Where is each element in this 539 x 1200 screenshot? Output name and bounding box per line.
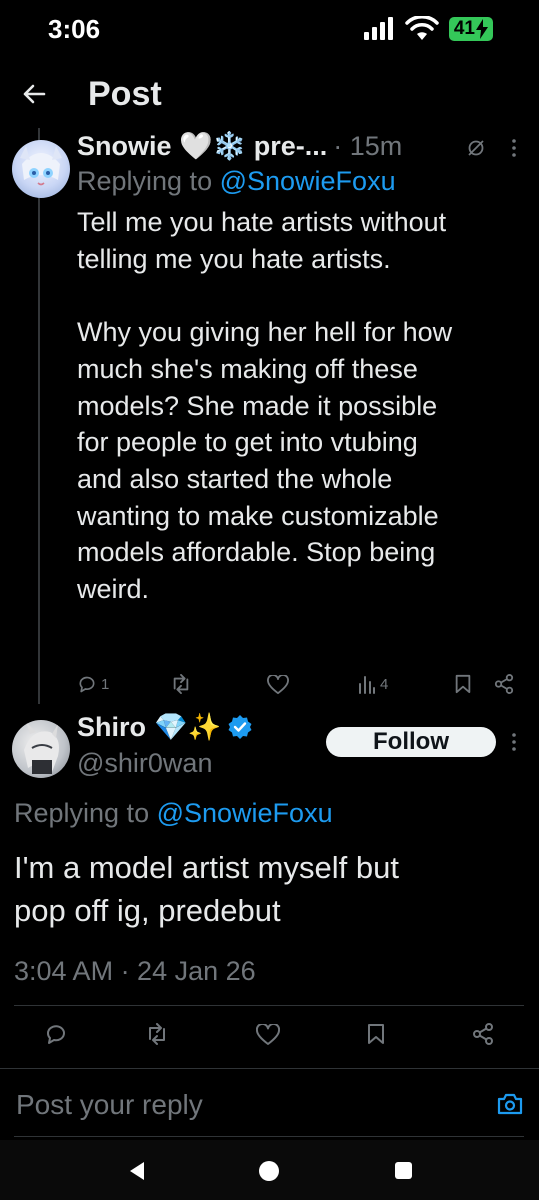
arrow-left-icon — [23, 84, 46, 104]
main-like-button[interactable] — [256, 1024, 280, 1046]
main-author-name[interactable]: Shiro — [77, 712, 146, 743]
main-bookmark-button[interactable] — [366, 1023, 386, 1045]
main-more-button[interactable] — [510, 732, 518, 752]
back-button[interactable] — [20, 80, 48, 108]
replying-handle-link[interactable]: @SnowieFoxu — [157, 798, 333, 828]
main-tweet-text: I'm a model artist myself but pop off ig… — [14, 850, 399, 928]
main-author-handle[interactable]: @shir0wan — [77, 748, 212, 779]
repost-icon — [173, 674, 189, 694]
follow-button[interactable]: Follow — [326, 727, 496, 757]
nav-home-button[interactable] — [258, 1160, 280, 1182]
status-time: 3:06 — [48, 14, 101, 44]
battery-indicator: 41 — [448, 17, 493, 41]
more-vertical-icon — [512, 139, 516, 157]
camera-icon — [497, 1093, 523, 1115]
wifi-icon — [405, 16, 439, 40]
thread-connector-line — [38, 128, 40, 704]
slash-circle-icon — [468, 140, 484, 156]
main-share-button[interactable] — [472, 1023, 494, 1045]
parent-tweet-time: · 15m — [333, 130, 403, 161]
repost-icon — [149, 1023, 165, 1045]
parent-repost-button[interactable] — [170, 674, 192, 694]
main-replying-to: Replying to @SnowieFoxu — [14, 798, 333, 829]
reply-input[interactable]: Post your reply — [16, 1089, 203, 1121]
reply-input-underline — [14, 1136, 524, 1137]
parent-tweet-header: Snowie 🤍❄️ pre-... · 15m — [77, 130, 402, 162]
parent-views-count: 4 — [380, 675, 389, 693]
square-recents-icon — [395, 1162, 412, 1179]
share-icon — [494, 674, 514, 694]
bookmark-icon — [368, 1024, 384, 1044]
share-icon — [473, 1023, 493, 1045]
heart-icon — [267, 675, 289, 695]
circle-home-icon — [259, 1161, 279, 1181]
views-chart-icon — [359, 676, 375, 694]
parent-reply-button[interactable]: 1 — [77, 674, 109, 694]
parent-more-button[interactable] — [510, 138, 518, 158]
parent-author-name[interactable]: Snowie 🤍❄️ pre-... — [77, 130, 327, 162]
replying-prefix: Replying to — [77, 166, 220, 196]
nav-back-button[interactable] — [126, 1160, 148, 1182]
divider — [14, 1005, 524, 1006]
replying-prefix: Replying to — [14, 798, 157, 828]
heart-icon — [256, 1024, 280, 1045]
main-reply-button[interactable] — [44, 1022, 68, 1046]
parent-bookmark-button[interactable] — [454, 674, 472, 694]
verified-badge-icon — [228, 715, 252, 739]
avatar-illustration — [20, 146, 62, 186]
parent-share-button[interactable] — [494, 674, 514, 694]
parent-tweet-text: Tell me you hate artists without telling… — [77, 207, 453, 605]
parent-replying-to: Replying to @SnowieFoxu — [77, 166, 396, 197]
avatar-shiro[interactable] — [12, 720, 70, 778]
main-repost-button[interactable] — [145, 1023, 169, 1045]
divider — [0, 1068, 539, 1069]
reply-icon — [79, 676, 95, 693]
main-tweet-header: Shiro 💎✨ — [77, 711, 253, 743]
nav-recents-button[interactable] — [394, 1161, 413, 1180]
avatar-snowie[interactable] — [12, 140, 70, 198]
camera-button[interactable] — [497, 1093, 523, 1115]
status-icons: 41 — [363, 16, 493, 42]
more-vertical-icon — [512, 733, 516, 751]
reply-icon — [47, 1025, 65, 1044]
parent-reply-count: 1 — [101, 675, 110, 693]
avatar-illustration — [24, 722, 59, 774]
triangle-back-icon — [130, 1162, 144, 1180]
charging-bolt-icon — [476, 19, 488, 39]
replying-handle-link[interactable]: @SnowieFoxu — [220, 166, 396, 196]
main-tweet-timestamp: 3:04 AM · 24 Jan 26 — [14, 956, 256, 986]
signal-icon — [363, 17, 393, 40]
page-title: Post — [88, 75, 162, 113]
bookmark-icon — [455, 674, 471, 694]
grok-icon[interactable] — [466, 138, 486, 158]
name-emojis: 💎✨ — [154, 712, 222, 742]
parent-like-button[interactable] — [267, 675, 289, 695]
battery-level: 41 — [453, 18, 475, 39]
system-navigation-bar — [0, 1140, 539, 1200]
parent-views-button[interactable]: 4 — [358, 674, 388, 694]
